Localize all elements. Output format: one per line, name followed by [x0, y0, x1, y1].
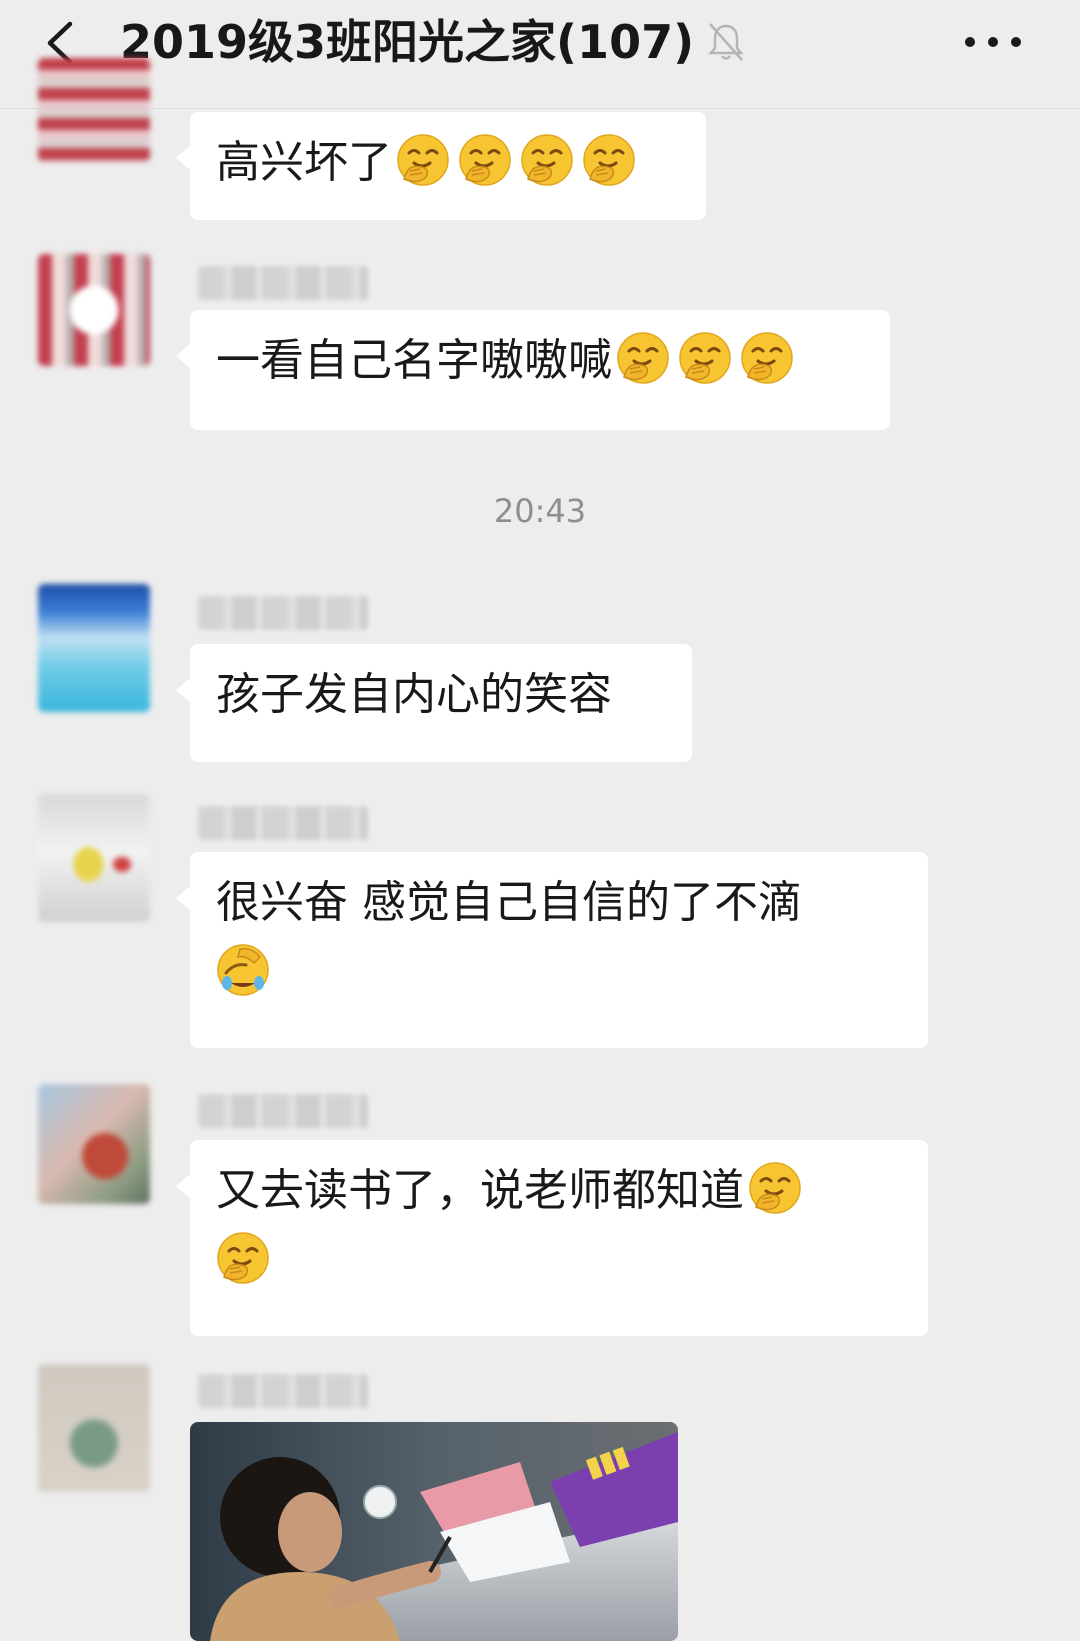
message-text: 又去读书了，说老师都知道	[216, 1165, 744, 1216]
facepalm-tears-emoji-icon	[217, 944, 269, 996]
covering-mouth-laugh-emoji-icon	[217, 1232, 269, 1284]
photo-child-reading-icon: ▮▮▮	[190, 1422, 678, 1641]
message-bubble[interactable]: 一看自己名字嗷嗷喊	[176, 310, 890, 430]
message-text: 孩子发自内心的笑容	[216, 669, 612, 720]
message-text-line: 又去读书了，说老师都知道	[216, 1156, 902, 1226]
message-bubble[interactable]: 高兴坏了	[176, 112, 706, 220]
more-horizontal-icon	[965, 37, 1021, 47]
covering-mouth-laugh-emoji-icon	[397, 134, 449, 186]
avatar[interactable]	[38, 58, 150, 162]
emoji-line	[216, 1226, 902, 1296]
message-text: 一看自己名字嗷嗷喊	[216, 335, 612, 386]
sender-name	[198, 1094, 368, 1128]
chat-header: 2019级3班阳光之家(107)	[0, 0, 1080, 109]
emoji-group	[216, 1232, 274, 1286]
covering-mouth-laugh-emoji-icon	[521, 134, 573, 186]
avatar[interactable]	[38, 1084, 150, 1204]
bell-off-icon	[706, 20, 746, 64]
message-text: 很兴奋 感觉自己自信的了不滴	[216, 877, 802, 928]
sender-name	[198, 596, 368, 630]
covering-mouth-laugh-emoji-icon	[749, 1162, 801, 1214]
sender-name	[198, 266, 368, 300]
covering-mouth-laugh-emoji-icon	[679, 332, 731, 384]
message-bubble[interactable]: 很兴奋 感觉自己自信的了不滴	[176, 852, 928, 1048]
photo-message[interactable]: ▮▮▮	[190, 1422, 678, 1641]
message-text: 高兴坏了	[216, 137, 392, 188]
avatar[interactable]	[38, 794, 150, 922]
emoji-group	[392, 134, 640, 188]
avatar[interactable]	[38, 584, 150, 712]
emoji-line	[216, 938, 902, 1008]
chat-screen: 2019级3班阳光之家(107) 高兴坏了 一看自己名字嗷嗷喊 20:43 孩子…	[0, 0, 1080, 1641]
chat-title: 2019级3班阳光之家(107)	[120, 15, 695, 69]
timestamp: 20:43	[493, 492, 587, 530]
covering-mouth-laugh-emoji-icon	[459, 134, 511, 186]
more-button[interactable]	[958, 22, 1028, 62]
message-bubble[interactable]: 孩子发自内心的笑容	[176, 644, 692, 762]
message-bubble[interactable]: 又去读书了，说老师都知道	[176, 1140, 928, 1336]
emoji-group	[612, 332, 798, 386]
covering-mouth-laugh-emoji-icon	[741, 332, 793, 384]
covering-mouth-laugh-emoji-icon	[583, 134, 635, 186]
avatar[interactable]	[38, 254, 150, 366]
sender-name	[198, 1374, 368, 1408]
emoji-group	[744, 1162, 806, 1216]
sender-name	[198, 806, 368, 840]
covering-mouth-laugh-emoji-icon	[617, 332, 669, 384]
avatar[interactable]	[38, 1364, 150, 1492]
